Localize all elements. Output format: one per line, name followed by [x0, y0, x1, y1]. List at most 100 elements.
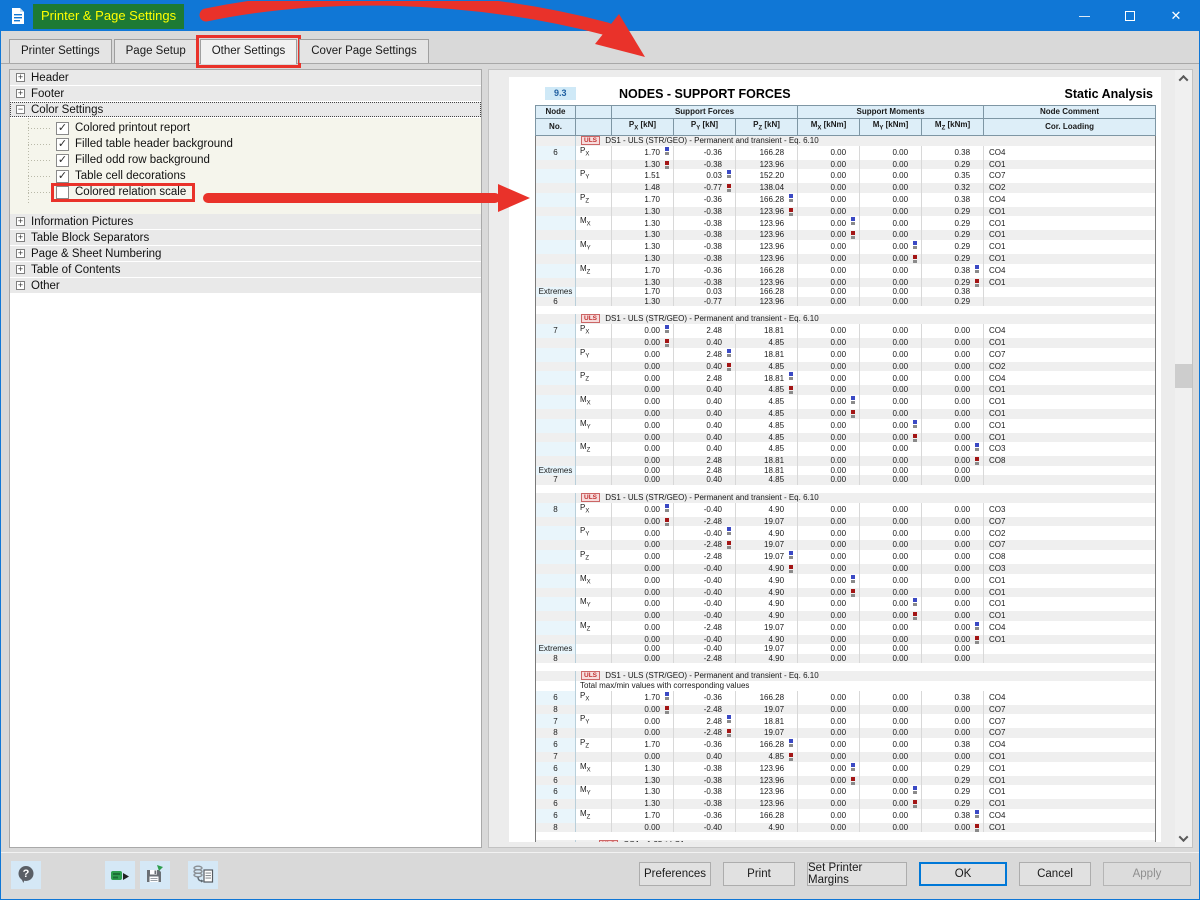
max-indicator	[975, 265, 979, 273]
expand-icon[interactable]: +	[16, 281, 25, 290]
value-cell: 2.48	[674, 456, 736, 466]
value-cell: 0.38	[922, 193, 984, 207]
tree-item-table-of-contents[interactable]: +Table of Contents	[10, 262, 481, 277]
expand-icon[interactable]: +	[16, 233, 25, 242]
row-label-cell	[576, 278, 612, 288]
ok-button[interactable]: OK	[919, 862, 1007, 886]
row-label-cell	[576, 254, 612, 264]
comment-cell: CO1	[984, 635, 1156, 645]
tree-option-filled-odd-row-background[interactable]: ✓Filled odd row background	[10, 152, 481, 168]
svg-text:?: ?	[23, 868, 30, 880]
scroll-up-button[interactable]	[1175, 70, 1192, 87]
value-cell: -0.38	[674, 799, 736, 809]
node-cell	[536, 409, 576, 419]
checkbox-filled-table-header-background[interactable]: ✓	[56, 138, 69, 151]
max-indicator	[975, 622, 979, 630]
tree-item-page-sheet-numbering[interactable]: +Page & Sheet Numbering	[10, 246, 481, 261]
value-cell: 0.29	[922, 762, 984, 776]
tree-item-header[interactable]: +Header	[10, 70, 481, 85]
table-row: Extremes1.700.03166.280.000.000.38	[536, 287, 1156, 297]
value-cell: 0.00	[798, 442, 860, 456]
scroll-down-button[interactable]	[1175, 830, 1192, 847]
value-cell: -0.36	[674, 146, 736, 160]
value-cell: 18.81	[736, 456, 798, 466]
col-header-p-y: PY [kN]	[674, 119, 736, 136]
value-cell: 0.00	[798, 419, 860, 433]
print-button[interactable]: Print	[723, 862, 795, 886]
row-label-cell: PY	[576, 169, 612, 183]
tab-other-settings[interactable]: Other Settings	[200, 39, 298, 64]
value-cell: 123.96	[736, 762, 798, 776]
value-cell: 1.30	[612, 799, 674, 809]
comment-cell: CO3	[984, 442, 1156, 456]
tree-option-colored-printout-report[interactable]: ✓Colored printout report	[10, 120, 481, 136]
table-row: 6MZ1.70-0.36166.280.000.000.38CO4	[536, 809, 1156, 823]
tree-item-information-pictures[interactable]: +Information Pictures	[10, 214, 481, 229]
value-cell: 0.40	[674, 362, 736, 372]
tree-item-color-settings[interactable]: −Color Settings	[10, 102, 481, 117]
expand-icon[interactable]: +	[16, 265, 25, 274]
min-indicator	[851, 410, 855, 418]
close-button[interactable]: ✕	[1153, 1, 1199, 31]
checkbox-table-cell-decorations[interactable]: ✓	[56, 170, 69, 183]
minimize-button[interactable]	[1061, 1, 1107, 31]
scrollbar-thumb[interactable]	[1175, 364, 1192, 388]
checkbox-filled-odd-row-background[interactable]: ✓	[56, 154, 69, 167]
checkbox-colored-relation-scale[interactable]	[56, 186, 69, 199]
value-cell: 0.00	[922, 621, 984, 635]
node-cell: 7	[536, 475, 576, 485]
value-cell: 0.29	[922, 230, 984, 240]
max-indicator	[727, 715, 731, 723]
save-settings-button[interactable]	[140, 861, 170, 889]
copy-settings-button[interactable]	[188, 861, 218, 889]
expand-icon[interactable]: +	[16, 249, 25, 258]
tab-cover-page-settings[interactable]: Cover Page Settings	[299, 39, 428, 63]
maximize-button[interactable]	[1107, 1, 1153, 31]
maximize-icon	[1125, 11, 1135, 21]
import-settings-button[interactable]	[105, 861, 135, 889]
chevron-down-icon	[1179, 832, 1189, 842]
value-cell: 123.96	[736, 254, 798, 264]
node-cell: 6	[536, 146, 576, 160]
help-button[interactable]: ?	[11, 861, 41, 889]
value-cell: 0.00	[922, 419, 984, 433]
max-indicator	[913, 786, 917, 794]
collapse-icon[interactable]: −	[16, 105, 25, 114]
min-indicator	[727, 184, 731, 192]
value-cell: 4.85	[736, 442, 798, 456]
value-cell: 0.00	[860, 395, 922, 409]
expand-icon[interactable]: +	[16, 217, 25, 226]
comment-cell: CO1	[984, 419, 1156, 433]
value-cell: 0.40	[674, 475, 736, 485]
value-cell: -0.77	[674, 183, 736, 193]
value-cell: 0.00	[798, 475, 860, 485]
minimize-icon	[1079, 16, 1090, 17]
value-cell: 0.00	[798, 287, 860, 297]
cancel-button[interactable]: Cancel	[1019, 862, 1091, 886]
tab-printer-settings[interactable]: Printer Settings	[9, 39, 112, 63]
tree-option-table-cell-decorations[interactable]: ✓Table cell decorations	[10, 168, 481, 184]
value-cell: 166.28	[736, 287, 798, 297]
row-label-cell	[576, 385, 612, 395]
tab-page-setup[interactable]: Page Setup	[114, 39, 198, 63]
value-cell: 4.85	[736, 419, 798, 433]
expand-icon[interactable]: +	[16, 73, 25, 82]
set-printer-margins-button[interactable]: Set Printer Margins	[807, 862, 907, 886]
tree-item-table-block-separators[interactable]: +Table Block Separators	[10, 230, 481, 245]
value-cell: 0.00	[860, 635, 922, 645]
node-cell	[536, 183, 576, 193]
min-indicator	[789, 565, 793, 573]
checkbox-colored-printout-report[interactable]: ✓	[56, 122, 69, 135]
tree-option-filled-table-header-background[interactable]: ✓Filled table header background	[10, 136, 481, 152]
block-header-cell: ULS DS1 - ULS (STR/GEO) - Permanent and …	[576, 135, 1156, 146]
preferences-button[interactable]: Preferences	[639, 862, 711, 886]
comment-cell: CO1	[984, 611, 1156, 621]
col-header-m-z: MZ [kNm]	[922, 119, 984, 136]
tree-item-footer[interactable]: +Footer	[10, 86, 481, 101]
expand-icon[interactable]: +	[16, 89, 25, 98]
tree-option-colored-relation-scale[interactable]: Colored relation scale	[10, 184, 481, 200]
value-cell: -0.40	[674, 644, 736, 654]
preview-scrollbar[interactable]	[1175, 70, 1192, 847]
tree-item-other[interactable]: +Other	[10, 278, 481, 293]
value-cell: -0.40	[674, 611, 736, 621]
